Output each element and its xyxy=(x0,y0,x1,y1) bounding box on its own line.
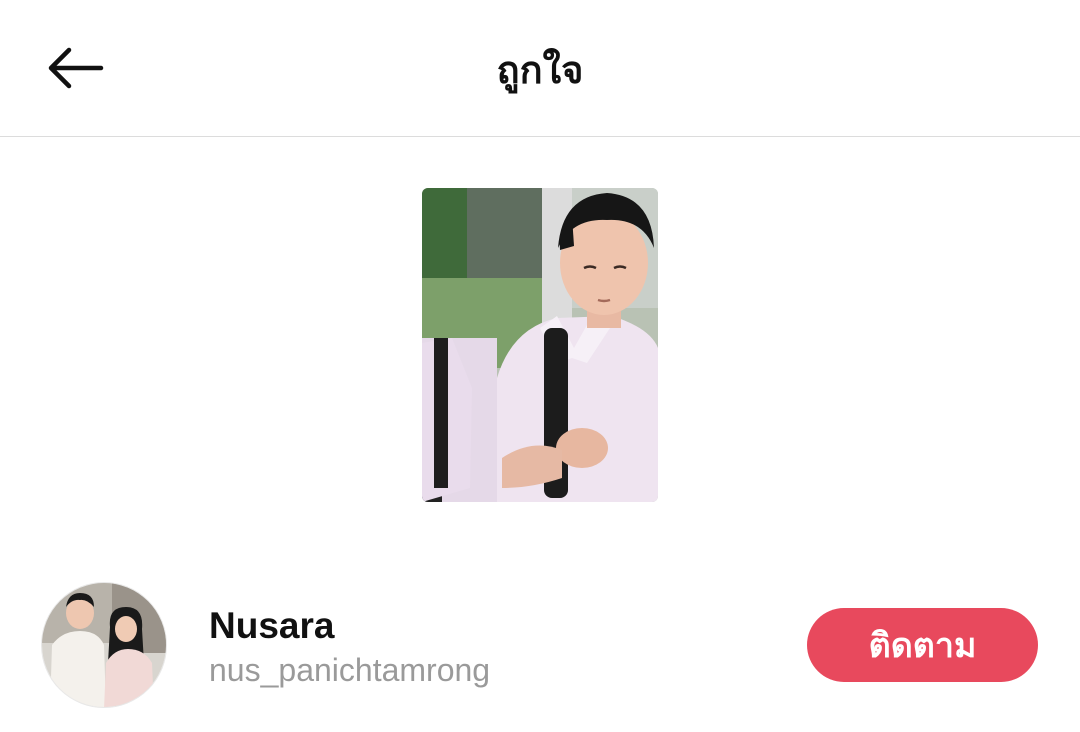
display-name[interactable]: Nusara xyxy=(209,604,334,648)
user-list-item[interactable]: Nusara nus_panichtamrong ติดตาม xyxy=(0,580,1080,710)
top-bar: ถูกใจ xyxy=(0,0,1080,137)
username: nus_panichtamrong xyxy=(209,652,491,688)
avatar[interactable] xyxy=(41,582,167,708)
video-thumbnail[interactable] xyxy=(422,188,658,502)
page-title: ถูกใจ xyxy=(496,48,584,92)
follow-button[interactable]: ติดตาม xyxy=(807,608,1038,682)
